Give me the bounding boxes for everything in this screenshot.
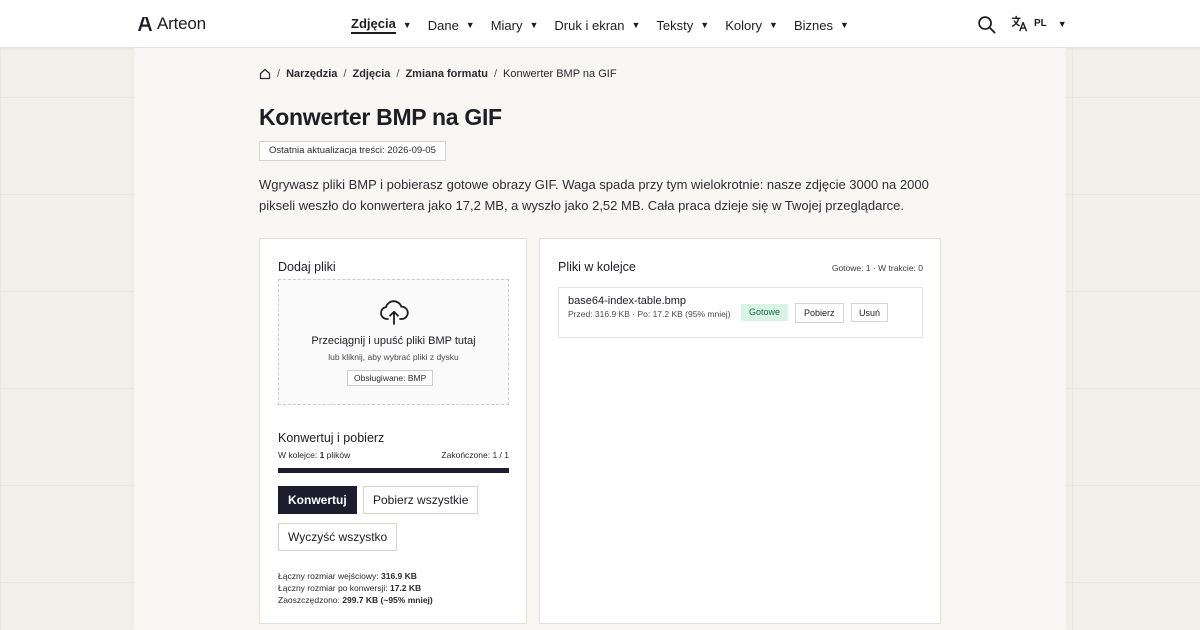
file-dropzone[interactable]: Przeciągnij i upuść pliki BMP tutaj lub … [278,279,509,405]
breadcrumb-link-zmiana-formatu[interactable]: Zmiana formatu [405,68,488,80]
queue-card: Pliki w kolejce Gotowe: 1 · W trakcie: 0… [539,238,941,624]
top-navbar: Arteon Zdjęcia ▼ Dane ▼ Miary ▼ Druk i e… [0,0,1200,48]
brand-mark-icon [138,17,152,31]
saved-size-line: Zaoszczędzono: 299.7 KB (~95% mniej) [278,594,433,606]
input-size-label: Łączny rozmiar wejściowy: [278,571,381,581]
nav-item-teksty[interactable]: Teksty ▼ [656,16,709,34]
last-updated-badge: Ostatnia aktualizacja treści: 2026-09-05 [259,141,446,161]
nav-item-miary[interactable]: Miary ▼ [491,16,539,34]
output-size-label: Łączny rozmiar po konwersji: [278,583,390,593]
input-size-line: Łączny rozmiar wejściowy: 316.9 KB [278,570,433,582]
progress-bar [278,468,509,473]
main-nav: Zdjęcia ▼ Dane ▼ Miary ▼ Druk i ekran ▼ … [351,16,865,34]
queue-status: Gotowe: 1 · W trakcie: 0 [831,263,923,273]
caret-down-icon: ▼ [769,20,778,30]
progress-bar-fill [278,468,509,473]
breadcrumb-separator: / [343,68,347,80]
download-all-button[interactable]: Pobierz wszystkie [363,486,479,514]
saved-size-value: 299.7 KB (~95% mniej) [342,595,433,605]
dropzone-hint: lub kliknij, aby wybrać pliki z dysku [328,352,459,362]
breadcrumb-current: Konwerter BMP na GIF [503,68,617,80]
output-size-line: Łączny rozmiar po konwersji: 17.2 KB [278,582,433,594]
home-icon[interactable] [259,68,271,80]
dropzone-instruction: Przeciągnij i upuść pliki BMP tutaj [311,335,476,347]
file-sizes: Przed: 316.9 KB · Po: 17.2 KB (95% mniej… [568,309,731,319]
clear-all-button[interactable]: Wyczyść wszystko [278,523,398,551]
brand-name: Arteon [157,14,206,33]
supported-formats-badge: Obsługiwane: BMP [347,370,434,386]
breadcrumb-link-zdjecia[interactable]: Zdjęcia [352,68,390,80]
file-name: base64-index-table.bmp [568,295,687,307]
breadcrumb-separator: / [277,68,281,80]
page-title: Konwerter BMP na GIF [259,104,502,130]
language-code: PL [1034,18,1047,29]
convert-button[interactable]: Konwertuj [278,486,357,514]
breadcrumb-separator: / [493,68,498,80]
nav-label: Druk i ekran [554,17,625,33]
nav-item-druk-i-ekran[interactable]: Druk i ekran ▼ [554,16,640,34]
queue-count-prefix: W kolejce: [278,450,320,460]
breadcrumb-link-narzedzia[interactable]: Narzędzia [286,68,337,80]
cloud-upload-icon [380,300,409,325]
nav-item-biznes[interactable]: Biznes ▼ [794,16,849,34]
breadcrumb-separator: / [396,68,400,80]
nav-label: Teksty [656,17,694,33]
intro-text: Wgrywasz pliki BMP i pobierasz gotowe ob… [259,177,929,213]
remove-file-button[interactable]: Usuń [851,303,889,322]
progress-info: W kolejce: 1 plików Zakończone: 1 / 1 [278,450,509,460]
size-summary: Łączny rozmiar wejściowy: 316.9 KB Łączn… [278,570,433,606]
nav-item-zdjecia[interactable]: Zdjęcia ▼ [351,16,412,34]
caret-down-icon: ▼ [402,20,412,30]
nav-label: Biznes [793,17,833,33]
nav-label: Dane [427,17,459,33]
nav-item-dane[interactable]: Dane ▼ [428,16,475,34]
download-file-button[interactable]: Pobierz [795,303,844,323]
saved-size-label: Zaoszczędzono: [278,595,343,605]
queue-count-suffix: plików [324,450,351,460]
caret-down-icon: ▼ [1057,18,1067,29]
search-icon[interactable] [977,15,996,34]
done-count-text: Zakończone: 1 / 1 [441,450,509,460]
nav-label: Miary [490,17,523,33]
upload-card: Dodaj pliki Przeciągnij i upuść pliki BM… [259,238,527,624]
list-item: base64-index-table.bmp Przed: 316.9 KB ·… [558,287,923,338]
caret-down-icon: ▼ [631,20,641,30]
language-switcher[interactable]: PL ▼ [1011,15,1067,32]
translate-icon [1011,15,1028,32]
brand-logo[interactable]: Arteon [137,14,206,34]
breadcrumb: / Narzędzia / Zdjęcia / Zmiana formatu /… [259,68,617,80]
input-size-value: 316.9 KB [380,571,417,581]
nav-label: Kolory [725,17,763,33]
status-badge: Gotowe [741,304,789,321]
nav-item-kolory[interactable]: Kolory ▼ [725,16,778,34]
caret-down-icon: ▼ [529,20,539,30]
upload-title: Dodaj pliki [278,260,336,274]
output-size-value: 17.2 KB [389,583,422,593]
caret-down-icon: ▼ [700,20,710,30]
queue-title: Pliki w kolejce [558,260,636,274]
nav-label: Zdjęcia [351,16,396,34]
convert-title: Konwertuj i pobierz [278,431,385,445]
caret-down-icon: ▼ [465,20,475,30]
caret-down-icon: ▼ [840,20,849,30]
queue-count-text: W kolejce: 1 plików [278,450,350,460]
